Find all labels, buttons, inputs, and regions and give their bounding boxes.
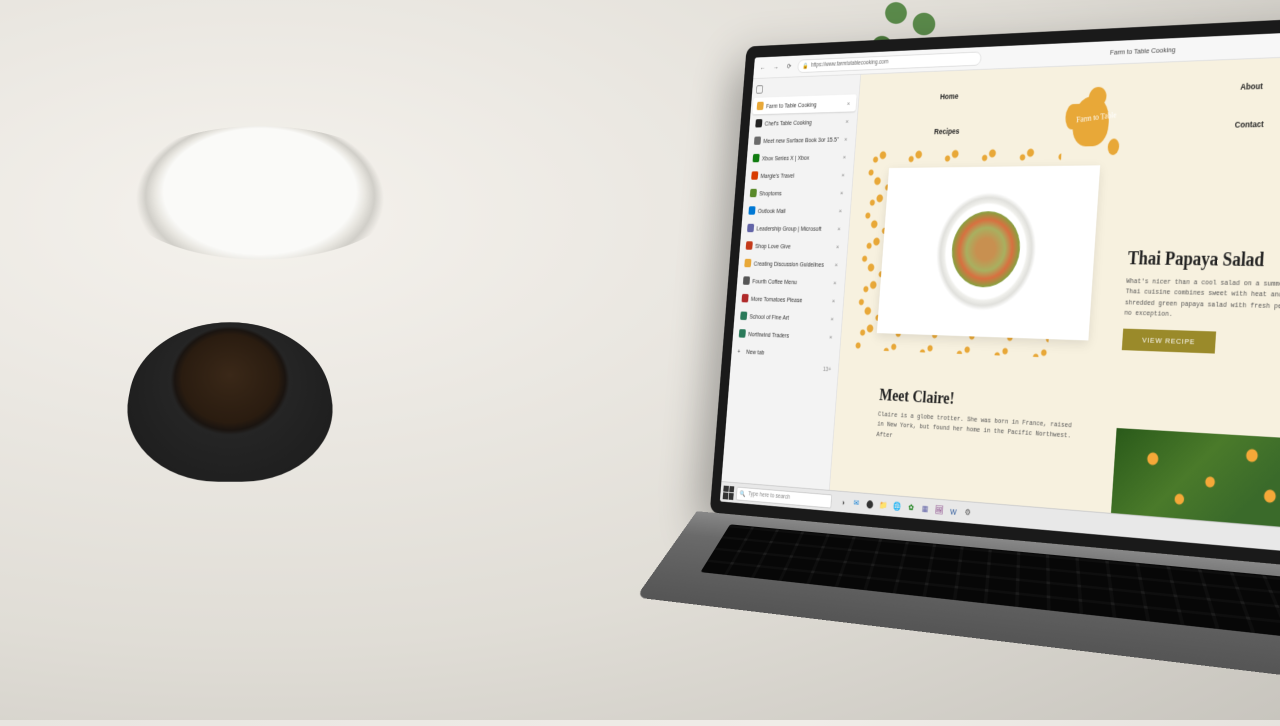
tab-favicon bbox=[743, 276, 750, 285]
tab-label: Northwind Traders bbox=[748, 330, 825, 340]
hero-image bbox=[877, 165, 1100, 340]
tab-favicon bbox=[755, 119, 762, 127]
taskbar-app-icon[interactable]: ✿ bbox=[905, 500, 918, 515]
taskbar-app-icon[interactable]: ⬤ bbox=[864, 497, 876, 512]
view-recipe-button[interactable]: VIEW RECIPE bbox=[1122, 329, 1217, 354]
coffee-cup-prop bbox=[112, 322, 347, 481]
laptop: ← → ⟳ 🔒 https://www.farmtotablecooking.c… bbox=[700, 15, 1280, 713]
tab-favicon bbox=[754, 136, 761, 144]
vertical-tab[interactable]: Farm to Table Cooking × bbox=[752, 94, 856, 114]
new-tab-label: New tab bbox=[746, 347, 765, 355]
forward-button[interactable]: → bbox=[771, 61, 781, 73]
plate-prop bbox=[87, 126, 433, 259]
taskbar-app-icon[interactable]: ◑ bbox=[837, 495, 849, 510]
taskbar-app-icon[interactable]: ⚙ bbox=[961, 505, 974, 521]
tab-close-button[interactable]: × bbox=[845, 99, 853, 108]
start-button[interactable] bbox=[723, 485, 735, 499]
tab-close-button[interactable]: × bbox=[838, 188, 846, 197]
tab-close-button[interactable]: × bbox=[834, 242, 842, 251]
tab-favicon bbox=[740, 311, 747, 320]
address-bar[interactable]: 🔒 https://www.farmtotablecooking.com bbox=[797, 51, 982, 73]
vertical-tab[interactable]: Creating Discussion Guidelines × bbox=[740, 255, 845, 274]
tab-close-button[interactable]: × bbox=[842, 134, 850, 143]
tab-close-button[interactable]: × bbox=[831, 278, 839, 287]
tab-label: Leadership Group | Microsoft bbox=[756, 224, 833, 232]
tab-label: Shoptoms bbox=[759, 189, 836, 197]
tab-favicon bbox=[751, 171, 758, 179]
tab-favicon bbox=[752, 154, 759, 162]
screen-bezel: ← → ⟳ 🔒 https://www.farmtotablecooking.c… bbox=[710, 15, 1280, 571]
tabs-icon bbox=[756, 85, 763, 93]
site-logo[interactable]: Farm to Table bbox=[1062, 86, 1123, 160]
tab-favicon bbox=[739, 329, 746, 338]
vertical-tab[interactable]: Margie's Travel × bbox=[747, 166, 851, 184]
taskbar-search[interactable]: 🔍 Type here to search bbox=[736, 486, 832, 508]
vertical-tab[interactable]: Meet new Surface Book 3or 15.5" × bbox=[750, 130, 854, 149]
vertical-tab[interactable]: More Tomatoes Please × bbox=[737, 290, 842, 310]
nav-contact[interactable]: Contact bbox=[1234, 119, 1264, 129]
nav-recipes[interactable]: Recipes bbox=[934, 127, 960, 136]
tab-label: Fourth Coffee Menu bbox=[752, 277, 829, 286]
back-icon: ← bbox=[760, 64, 766, 72]
webpage-content: Home Recipes Farm to Table About Contact bbox=[830, 55, 1280, 532]
taskbar-app-icon[interactable]: W bbox=[947, 504, 960, 520]
tab-label: Xbox Series X | Xbox bbox=[762, 153, 839, 162]
tab-favicon bbox=[744, 259, 751, 267]
meet-description: Claire is a globe trotter. She was born … bbox=[876, 411, 1075, 454]
taskbar-app-icon[interactable]: 📁 bbox=[877, 498, 890, 513]
tab-label: School of Fine Art bbox=[749, 312, 826, 322]
vertical-tab[interactable]: Xbox Series X | Xbox × bbox=[748, 148, 852, 166]
tab-label: Outlook Mail bbox=[758, 207, 835, 215]
plus-icon: + bbox=[735, 347, 742, 355]
taskbar-app-icon[interactable]: ✉ bbox=[850, 496, 862, 511]
vertical-tab[interactable]: Shoptoms × bbox=[745, 184, 849, 201]
tab-favicon bbox=[741, 294, 748, 303]
tab-close-button[interactable]: × bbox=[828, 314, 836, 323]
tab-favicon bbox=[748, 206, 755, 214]
recipe-description: What's nicer than a cool salad on a summ… bbox=[1124, 277, 1280, 325]
tab-label: Creating Discussion Guidelines bbox=[753, 259, 830, 268]
featured-recipe: Thai Papaya Salad What's nicer than a co… bbox=[1122, 248, 1280, 357]
screen: ← → ⟳ 🔒 https://www.farmtotablecooking.c… bbox=[720, 29, 1280, 555]
tab-label: Shop Love Give bbox=[755, 242, 832, 250]
tab-close-button[interactable]: × bbox=[832, 260, 840, 269]
tab-close-button[interactable]: × bbox=[839, 170, 847, 179]
tab-label: Farm to Table Cooking bbox=[766, 99, 843, 109]
meet-section: Meet Claire! Claire is a globe trotter. … bbox=[876, 386, 1077, 453]
refresh-icon: ⟳ bbox=[786, 63, 791, 71]
nav-home[interactable]: Home bbox=[940, 92, 959, 101]
vertical-tab[interactable]: Outlook Mail × bbox=[744, 202, 848, 219]
refresh-button[interactable]: ⟳ bbox=[784, 60, 794, 72]
lock-icon: 🔒 bbox=[802, 62, 808, 69]
tab-label: More Tomatoes Please bbox=[751, 295, 828, 305]
taskbar-app-icon[interactable]: ▦ bbox=[919, 501, 932, 516]
tab-close-button[interactable]: × bbox=[843, 117, 851, 126]
back-button[interactable]: ← bbox=[758, 62, 768, 74]
url-text: https://www.farmtotablecooking.com bbox=[811, 59, 889, 68]
tab-close-button[interactable]: × bbox=[841, 152, 849, 161]
tab-label: Meet new Surface Book 3or 15.5" bbox=[763, 135, 840, 144]
tab-label: Chef's Table Cooking bbox=[764, 117, 841, 127]
tab-close-button[interactable]: × bbox=[830, 296, 838, 305]
recipe-title: Thai Papaya Salad bbox=[1127, 248, 1280, 272]
search-placeholder: Type here to search bbox=[748, 491, 790, 501]
nav-about[interactable]: About bbox=[1240, 81, 1263, 91]
vertical-tab[interactable]: Fourth Coffee Menu × bbox=[739, 272, 844, 291]
taskbar-app-icon[interactable]: 🖼 bbox=[933, 503, 946, 518]
tab-label: Margie's Travel bbox=[760, 171, 837, 179]
vertical-tab[interactable]: Shop Love Give × bbox=[741, 237, 846, 255]
tab-favicon bbox=[750, 189, 757, 197]
tab-close-button[interactable]: × bbox=[837, 206, 845, 215]
tab-favicon bbox=[746, 241, 753, 249]
vertical-tab[interactable]: Leadership Group | Microsoft × bbox=[743, 220, 848, 237]
window-title: Farm to Table Cooking bbox=[986, 39, 1280, 61]
tab-favicon bbox=[747, 224, 754, 232]
taskbar-app-icon[interactable]: 🌐 bbox=[891, 499, 904, 514]
forward-icon: → bbox=[773, 63, 779, 71]
vertical-tab[interactable]: Chef's Table Cooking × bbox=[751, 112, 855, 132]
search-icon: 🔍 bbox=[739, 490, 745, 497]
tab-favicon bbox=[757, 102, 764, 110]
tab-close-button[interactable]: × bbox=[827, 332, 835, 341]
tab-close-button[interactable]: × bbox=[835, 224, 843, 233]
